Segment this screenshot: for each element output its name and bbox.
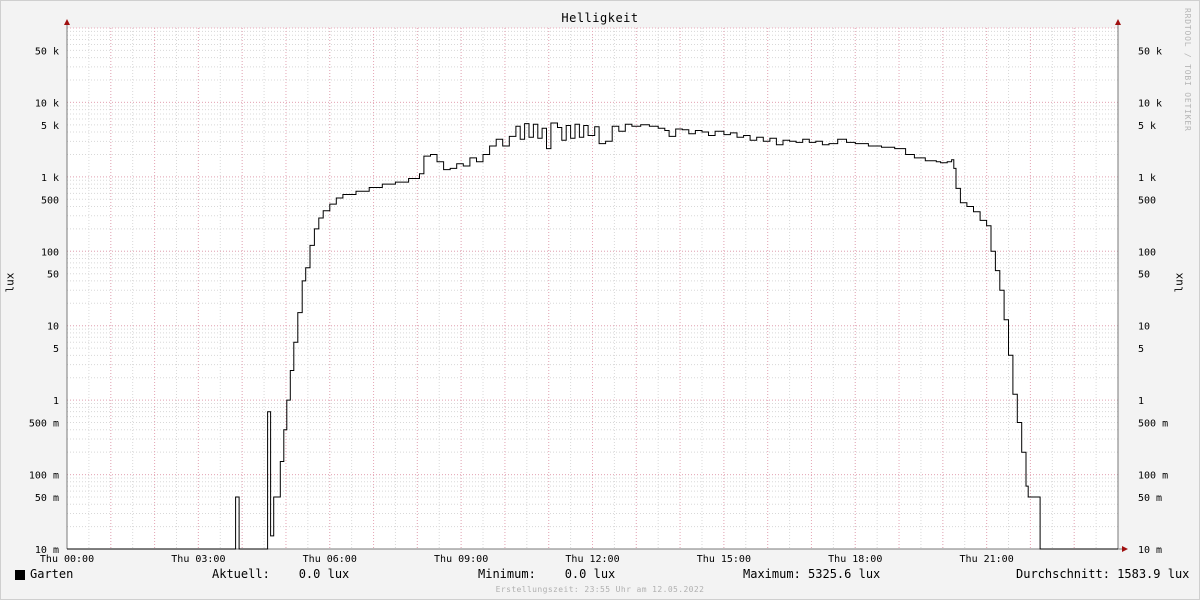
x-tick-label: Thu 09:00 bbox=[434, 554, 488, 565]
stat-average: Durchschnitt: 1583.9 lux bbox=[1016, 567, 1190, 581]
legend-series-name: Garten bbox=[30, 567, 74, 581]
y-tick-label-left: 10 k bbox=[35, 98, 59, 109]
y-tick-label-right: 500 m bbox=[1138, 419, 1168, 430]
y-tick-label-right: 50 bbox=[1138, 270, 1150, 281]
y-tick-label-left: 500 m bbox=[29, 419, 59, 430]
y-tick-label-left: 5 k bbox=[41, 121, 59, 132]
y-tick-label-right: 5 bbox=[1138, 344, 1144, 355]
y-tick-label-right: 10 m bbox=[1138, 545, 1162, 556]
y-tick-label-right: 50 m bbox=[1138, 493, 1162, 504]
y-tick-label-left: 1 k bbox=[41, 173, 59, 184]
x-tick-label: Thu 21:00 bbox=[960, 554, 1014, 565]
y-axis-arrow-left bbox=[64, 19, 70, 25]
y-axis-arrow-right bbox=[1115, 19, 1121, 25]
y-tick-label-right: 10 bbox=[1138, 322, 1150, 333]
x-axis-arrow bbox=[1122, 546, 1128, 552]
x-tick-label: Thu 03:00 bbox=[171, 554, 225, 565]
y-tick-label-left: 50 m bbox=[35, 493, 59, 504]
x-tick-label: Thu 12:00 bbox=[565, 554, 619, 565]
y-tick-label-left: 50 k bbox=[35, 46, 59, 57]
y-tick-label-left: 100 m bbox=[29, 471, 59, 482]
stat-minimum: Minimum: 0.0 lux bbox=[478, 567, 616, 581]
x-tick-label: Thu 00:00 bbox=[40, 554, 94, 565]
y-tick-label-right: 100 bbox=[1138, 247, 1156, 258]
chart-canvas: 10 m 10 m50 m 50 m100 m 100 m500 m 500 m1 15 5… bbox=[29, 19, 1168, 565]
footer-timestamp: Erstellungszeit: 23:55 Uhr am 12.05.2022 bbox=[495, 585, 705, 594]
legend-swatch bbox=[15, 570, 25, 580]
y-tick-label-left: 1 bbox=[53, 396, 59, 407]
y-tick-label-left: 100 bbox=[41, 247, 59, 258]
y-tick-label-left: 50 bbox=[47, 270, 59, 281]
y-tick-label-right: 50 k bbox=[1138, 46, 1162, 57]
y-tick-label-right: 5 k bbox=[1138, 121, 1156, 132]
y-tick-label-right: 1 bbox=[1138, 396, 1144, 407]
stat-current: Aktuell: 0.0 lux bbox=[212, 567, 350, 581]
x-tick-label: Thu 15:00 bbox=[697, 554, 751, 565]
legend: Garten Aktuell: 0.0 lux Minimum: 0.0 lux… bbox=[0, 567, 1200, 583]
y-tick-label-right: 10 k bbox=[1138, 98, 1162, 109]
y-tick-label-right: 100 m bbox=[1138, 471, 1168, 482]
y-tick-label-left: 10 bbox=[47, 322, 59, 333]
y-tick-label-right: 500 bbox=[1138, 195, 1156, 206]
y-tick-label-right: 1 k bbox=[1138, 173, 1156, 184]
y-tick-label-left: 5 bbox=[53, 344, 59, 355]
stat-maximum: Maximum: 5325.6 lux bbox=[743, 567, 881, 581]
y-tick-label-left: 500 bbox=[41, 195, 59, 206]
x-tick-label: Thu 18:00 bbox=[828, 554, 882, 565]
x-tick-label: Thu 06:00 bbox=[303, 554, 357, 565]
